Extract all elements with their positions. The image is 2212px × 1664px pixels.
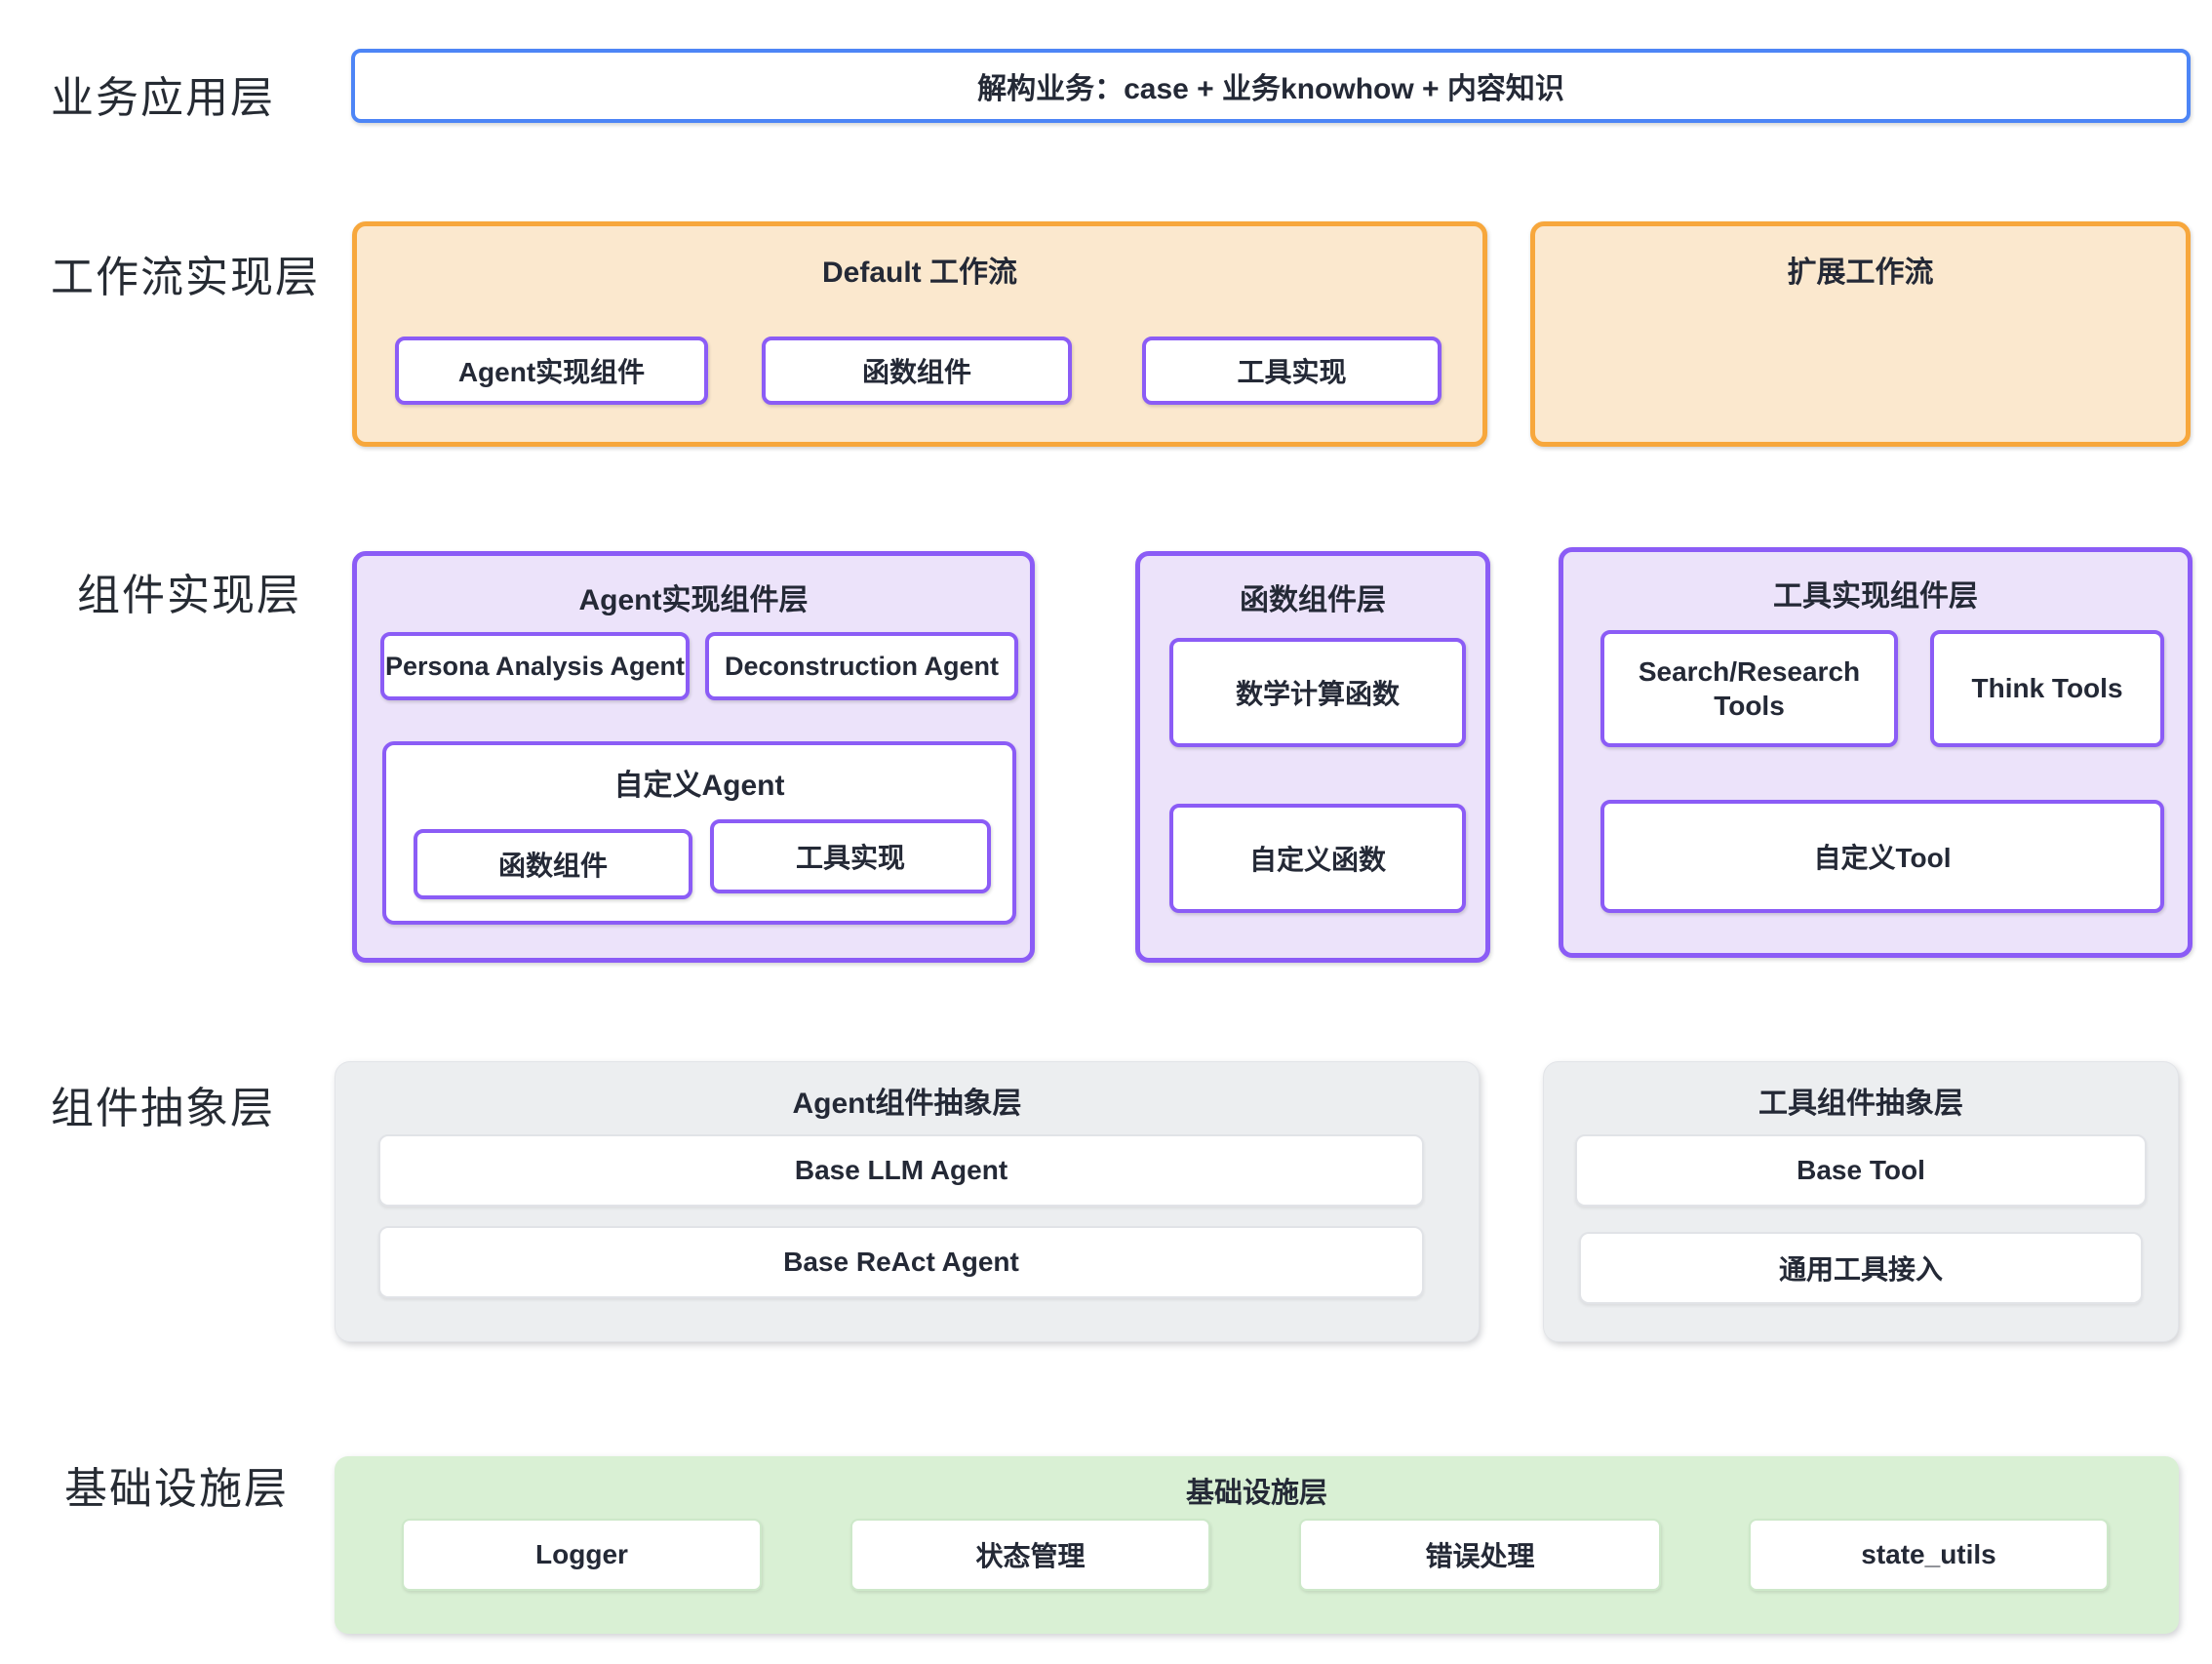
error-handling-bar: 错误处理 [1299,1519,1661,1591]
custom-agent-function-pill: 函数组件 [414,829,692,899]
extended-workflow-title: 扩展工作流 [1535,248,2186,291]
agent-components-title: Agent实现组件层 [357,575,1030,618]
workflow-component-agent-pill: Agent实现组件 [395,337,708,405]
layer-label-workflow-implementation: 工作流实现层 [51,242,320,304]
think-tools-card: Think Tools [1930,630,2164,747]
persona-analysis-agent-card: Persona Analysis Agent [380,632,690,700]
business-banner: 解构业务：case + 业务knowhow + 内容知识 [351,49,2191,123]
default-workflow-title: Default 工作流 [357,248,1482,291]
function-components-box: 函数组件层 数学计算函数 自定义函数 [1135,551,1490,963]
workflow-component-tool-pill: 工具实现 [1142,337,1442,405]
agent-abstraction-title: Agent组件抽象层 [336,1079,1479,1122]
state-utils-bar: state_utils [1749,1519,2109,1591]
custom-agent-card: 自定义Agent 函数组件 工具实现 [382,741,1016,925]
infrastructure-title: 基础设施层 [335,1470,2179,1511]
base-llm-agent-bar: Base LLM Agent [378,1134,1424,1207]
workflow-component-function-pill: 函数组件 [762,337,1072,405]
layer-label-business-application: 业务应用层 [51,62,275,125]
generic-tool-access-bar: 通用工具接入 [1579,1232,2143,1304]
layer-label-infrastructure: 基础设施层 [64,1453,289,1516]
tool-abstraction-box: 工具组件抽象层 Base Tool 通用工具接入 [1543,1061,2179,1342]
base-tool-bar: Base Tool [1575,1134,2147,1207]
function-components-title: 函数组件层 [1140,575,1485,618]
default-workflow-box: Default 工作流 Agent实现组件 函数组件 工具实现 [352,221,1487,447]
tool-abstraction-title: 工具组件抽象层 [1544,1079,2178,1122]
layer-label-component-implementation: 组件实现层 [77,560,301,622]
custom-agent-title: 自定义Agent [386,761,1012,804]
search-research-tools-card: Search/Research Tools [1600,630,1898,747]
tool-components-box: 工具实现组件层 Search/Research Tools Think Tool… [1559,547,2192,958]
deconstruction-agent-card: Deconstruction Agent [705,632,1018,700]
math-function-card: 数学计算函数 [1169,638,1466,747]
agent-abstraction-box: Agent组件抽象层 Base LLM Agent Base ReAct Age… [335,1061,1480,1342]
extended-workflow-box: 扩展工作流 [1530,221,2191,447]
business-banner-text: 解构业务：case + 业务knowhow + 内容知识 [977,64,1564,107]
custom-agent-tool-pill: 工具实现 [710,819,991,893]
custom-tool-card: 自定义Tool [1600,800,2164,913]
logger-bar: Logger [402,1519,762,1591]
agent-components-box: Agent实现组件层 Persona Analysis Agent Decons… [352,551,1035,963]
layer-label-component-abstraction: 组件抽象层 [51,1073,275,1135]
infrastructure-box: 基础设施层 Logger 状态管理 错误处理 state_utils [335,1456,2179,1634]
tool-components-title: 工具实现组件层 [1563,572,2188,614]
custom-function-card: 自定义函数 [1169,804,1466,913]
base-react-agent-bar: Base ReAct Agent [378,1226,1424,1298]
architecture-diagram: 业务应用层 解构业务：case + 业务knowhow + 内容知识 工作流实现… [0,0,2212,1664]
state-management-bar: 状态管理 [850,1519,1210,1591]
